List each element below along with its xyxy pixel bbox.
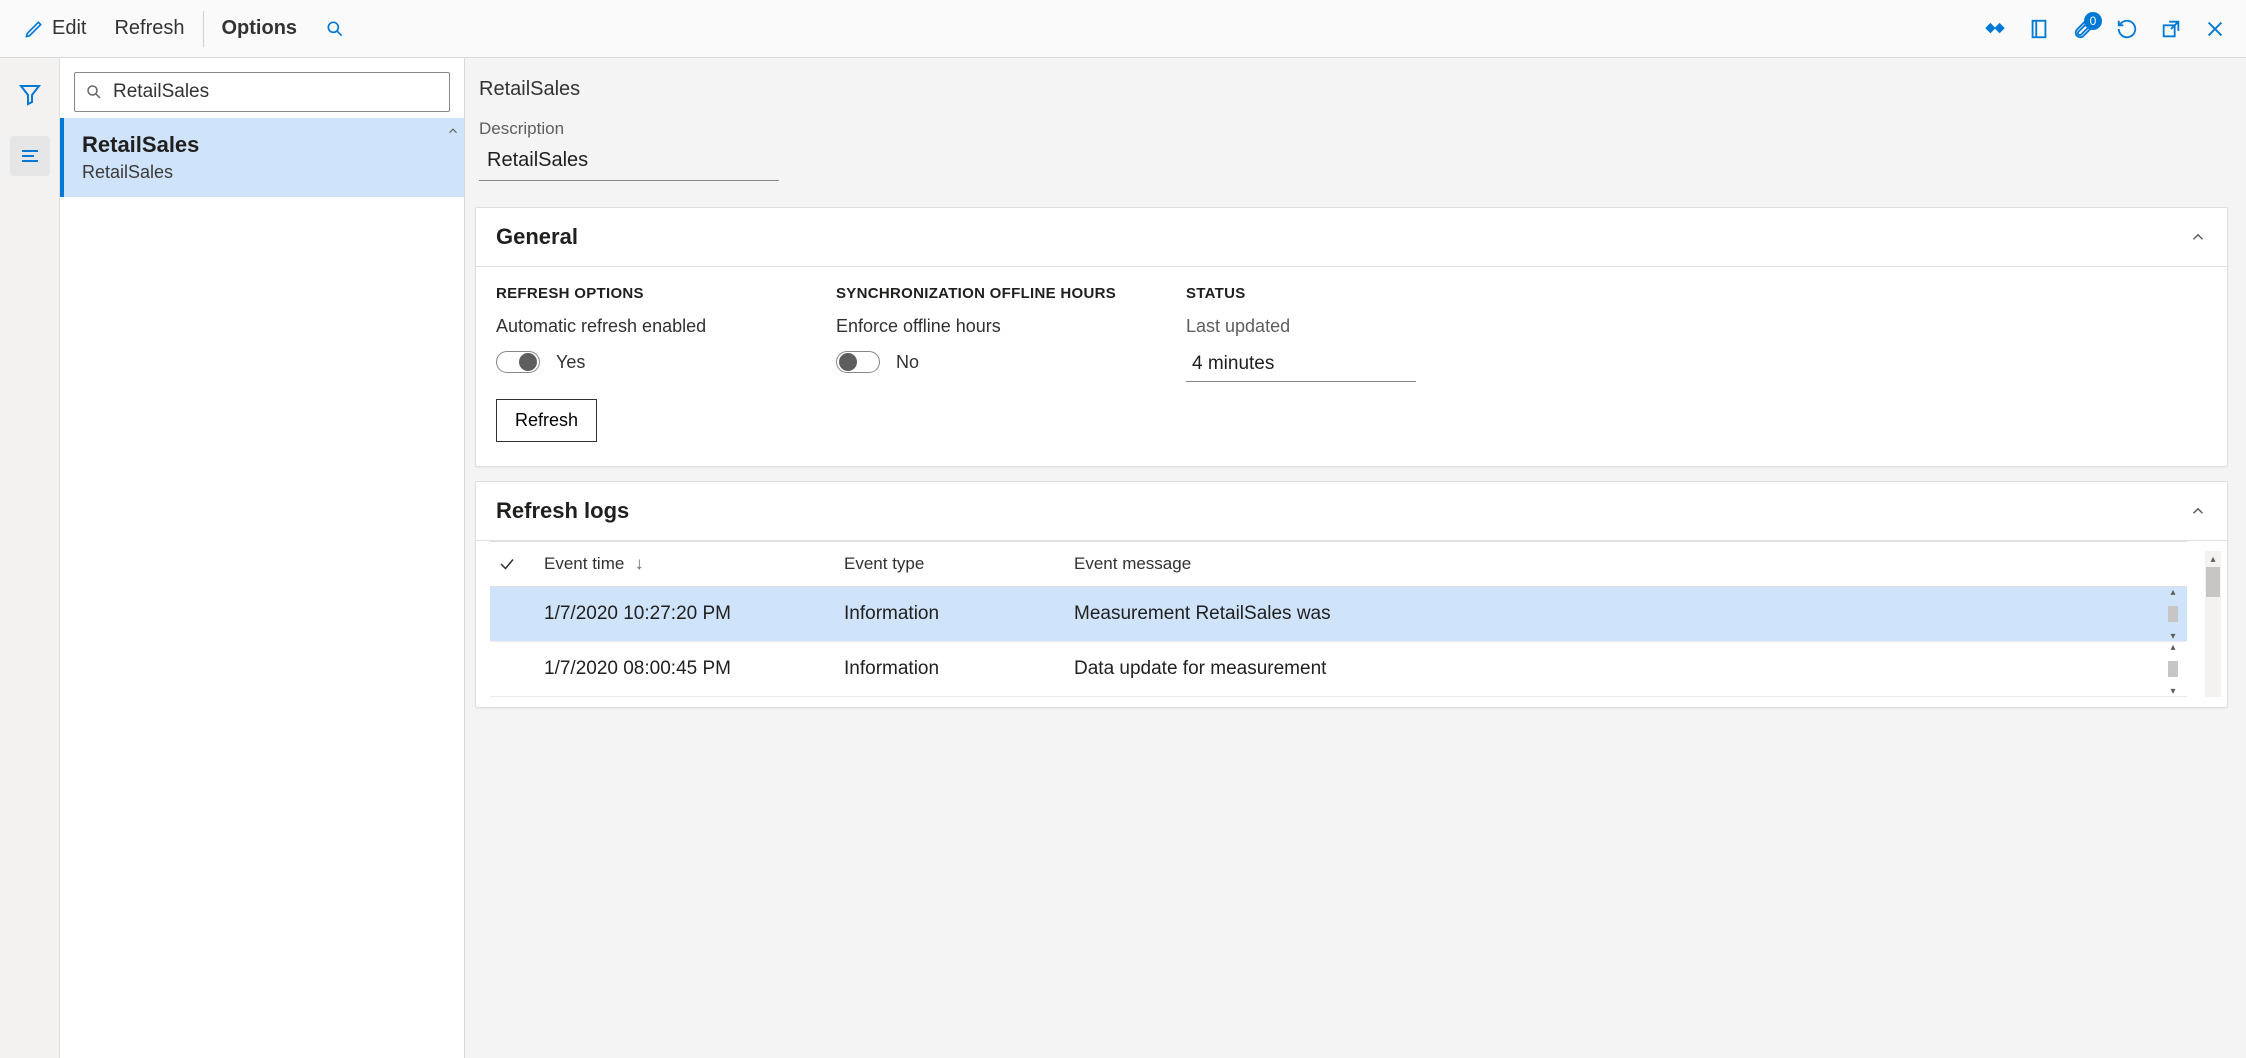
chevron-up-icon[interactable] bbox=[446, 124, 460, 138]
refresh-logs-header[interactable]: Refresh logs bbox=[476, 482, 2227, 541]
list-panel: RetailSales RetailSales bbox=[60, 58, 465, 1058]
options-button[interactable]: Options bbox=[208, 9, 312, 48]
status-heading: STATUS bbox=[1186, 285, 2207, 302]
list-search-box[interactable] bbox=[74, 72, 450, 112]
list-view-button[interactable] bbox=[10, 136, 50, 176]
list-item-title: RetailSales bbox=[82, 132, 444, 158]
list-items: RetailSales RetailSales bbox=[60, 118, 464, 1058]
description-label: Description bbox=[479, 119, 2228, 139]
filter-button[interactable] bbox=[10, 74, 50, 114]
col-event-time[interactable]: Event time ↓ bbox=[536, 542, 836, 587]
chevron-up-icon[interactable]: ▴ bbox=[2205, 551, 2221, 567]
cell-event-type: Information bbox=[836, 587, 1066, 642]
select-all-column[interactable] bbox=[490, 542, 536, 587]
sort-desc-icon: ↓ bbox=[635, 554, 644, 573]
navigation-rail bbox=[0, 58, 60, 1058]
options-label: Options bbox=[222, 17, 298, 40]
auto-refresh-label: Automatic refresh enabled bbox=[496, 316, 806, 337]
edit-label: Edit bbox=[52, 17, 86, 40]
cell-scrollbar[interactable]: ▴ ▾ bbox=[2165, 639, 2181, 697]
office-icon[interactable] bbox=[2028, 18, 2050, 40]
refresh-cmd-button[interactable]: Refresh bbox=[100, 9, 198, 48]
cell-event-type: Information bbox=[836, 642, 1066, 697]
detail-panel: RetailSales Description RetailSales Gene… bbox=[465, 58, 2246, 1058]
last-updated-label: Last updated bbox=[1186, 316, 2207, 337]
popout-icon[interactable] bbox=[2160, 18, 2182, 40]
chevron-down-icon[interactable]: ▾ bbox=[2165, 683, 2181, 697]
attachments-button[interactable]: 0 bbox=[2072, 18, 2094, 40]
cell-scrollbar[interactable]: ▴ ▾ bbox=[2165, 584, 2181, 644]
table-row[interactable]: 1/7/2020 10:27:20 PM Information Measure… bbox=[490, 587, 2187, 642]
last-updated-value: 4 minutes bbox=[1186, 347, 1416, 382]
chevron-up-icon[interactable]: ▴ bbox=[2165, 584, 2181, 600]
search-icon bbox=[325, 19, 345, 39]
enforce-offline-label: Enforce offline hours bbox=[836, 316, 1156, 337]
list-item-subtitle: RetailSales bbox=[82, 162, 444, 183]
general-section-header[interactable]: General bbox=[476, 208, 2227, 267]
record-title: RetailSales bbox=[479, 78, 2228, 101]
enforce-offline-toggle[interactable] bbox=[836, 351, 880, 373]
refresh-button[interactable]: Refresh bbox=[496, 399, 597, 442]
chevron-up-icon bbox=[2189, 228, 2207, 246]
refresh-logs-table: Event time ↓ Event type Event message bbox=[490, 541, 2187, 697]
enforce-offline-value: No bbox=[896, 352, 919, 373]
auto-refresh-value: Yes bbox=[556, 352, 585, 373]
command-bar: Edit Refresh Options bbox=[0, 0, 2246, 58]
pencil-icon bbox=[24, 19, 44, 39]
table-row[interactable]: 1/7/2020 08:00:45 PM Information Data up… bbox=[490, 642, 2187, 697]
chevron-up-icon[interactable]: ▴ bbox=[2165, 639, 2181, 655]
refresh-logs-section: Refresh logs bbox=[475, 481, 2228, 708]
general-section-title: General bbox=[496, 224, 578, 250]
cell-event-message: Data update for measurement bbox=[1074, 658, 1326, 679]
reload-icon[interactable] bbox=[2116, 18, 2138, 40]
attachments-count-badge: 0 bbox=[2084, 12, 2102, 30]
refresh-options-heading: REFRESH OPTIONS bbox=[496, 285, 806, 302]
auto-refresh-toggle[interactable] bbox=[496, 351, 540, 373]
cell-event-time: 1/7/2020 08:00:45 PM bbox=[536, 642, 836, 697]
search-cmd-button[interactable] bbox=[311, 11, 359, 47]
general-section: General REFRESH OPTIONS Automatic refres… bbox=[475, 207, 2228, 467]
close-icon[interactable] bbox=[2204, 18, 2226, 40]
refresh-cmd-label: Refresh bbox=[114, 17, 184, 40]
cell-event-message: Measurement RetailSales was bbox=[1074, 603, 1331, 624]
cell-event-time: 1/7/2020 10:27:20 PM bbox=[536, 587, 836, 642]
col-event-type[interactable]: Event type bbox=[836, 542, 1066, 587]
list-search-input[interactable] bbox=[113, 81, 439, 103]
search-icon bbox=[85, 83, 103, 101]
list-item[interactable]: RetailSales RetailSales bbox=[60, 118, 464, 197]
edit-button[interactable]: Edit bbox=[10, 9, 100, 48]
description-field[interactable]: RetailSales bbox=[479, 139, 779, 181]
logs-scrollbar[interactable]: ▴ bbox=[2205, 551, 2221, 697]
sync-offline-heading: SYNCHRONIZATION OFFLINE HOURS bbox=[836, 285, 1156, 302]
cmd-divider bbox=[203, 11, 204, 47]
related-links-icon[interactable] bbox=[1984, 18, 2006, 40]
col-event-message[interactable]: Event message bbox=[1066, 542, 2187, 587]
refresh-logs-title: Refresh logs bbox=[496, 498, 629, 524]
chevron-up-icon bbox=[2189, 502, 2207, 520]
